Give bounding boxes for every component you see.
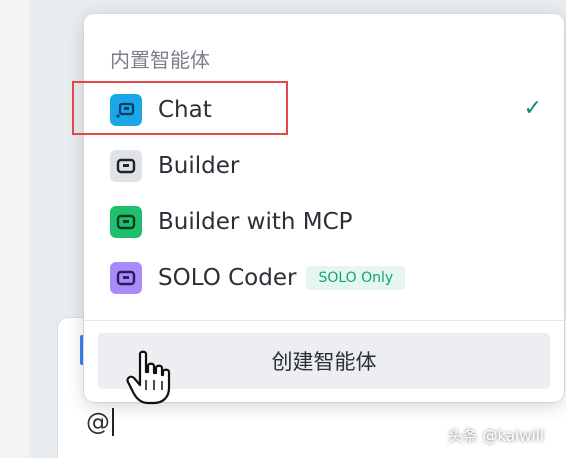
annotation-highlight-box <box>72 81 288 135</box>
agent-selector-dropdown: 内置智能体 Chat ✓ Builder Builder with MCP SO… <box>84 14 564 402</box>
left-sidebar-edge <box>0 0 30 458</box>
chat-input-field[interactable]: @ <box>86 408 114 436</box>
builder-mcp-bot-icon <box>110 206 142 238</box>
divider <box>84 320 564 321</box>
create-agent-label: 创建智能体 <box>271 350 377 374</box>
text-caret <box>112 408 114 436</box>
agent-item-builder[interactable]: Builder <box>104 144 544 188</box>
builder-bot-icon <box>110 150 142 182</box>
agent-item-label: Builder with MCP <box>158 209 353 235</box>
solo-coder-bot-icon <box>110 262 142 294</box>
section-title-builtin-agents: 内置智能体 <box>110 48 210 72</box>
agent-item-label: SOLO Coder <box>158 265 297 291</box>
agent-item-solo-coder[interactable]: SOLO Coder SOLO Only <box>104 256 544 300</box>
agent-item-label: Builder <box>158 153 240 179</box>
chat-input-value: @ <box>86 408 110 436</box>
solo-only-badge: SOLO Only <box>306 266 406 290</box>
watermark: 头条 @kaiwill <box>447 427 544 445</box>
check-icon: ✓ <box>523 96 542 121</box>
agent-item-builder-with-mcp[interactable]: Builder with MCP <box>104 200 544 244</box>
hand-pointer-cursor-icon <box>126 350 171 405</box>
